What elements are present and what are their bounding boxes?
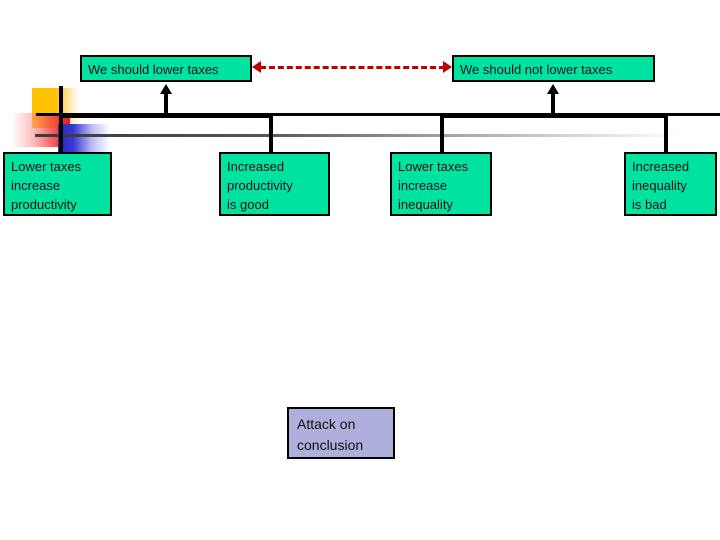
arrowhead-right-conclusion [547,84,559,94]
node-attack-on-conclusion[interactable]: Attack on conclusion [287,407,395,459]
connector-bar-right [440,114,668,118]
conflict-arrowhead-left [252,61,261,73]
node-conclusion-pro[interactable]: We should lower taxes [80,55,252,82]
node-premise-lower-taxes-increase-inequality[interactable]: Lower taxes increase inequality [390,152,492,216]
conflict-arrow-line [260,66,445,69]
connector-drop-premise-2 [269,114,273,154]
connector-stem-right [551,94,555,116]
connector-drop-premise-4 [664,114,668,154]
divider-rule [35,134,685,137]
node-premise-lower-taxes-increase-productivity[interactable]: Lower taxes increase productivity [3,152,112,216]
connector-drop-premise-1 [59,114,63,154]
arrowhead-left-conclusion [160,84,172,94]
node-premise-increased-productivity-is-good[interactable]: Increased productivity is good [219,152,330,216]
conflict-arrowhead-right [443,61,452,73]
node-premise-increased-inequality-is-bad[interactable]: Increased inequality is bad [624,152,717,216]
connector-stem-left [164,94,168,116]
node-conclusion-con[interactable]: We should not lower taxes [452,55,655,82]
connector-drop-premise-3 [440,114,444,154]
slide-canvas: We should lower taxes We should not lowe… [0,0,720,540]
connector-bar-left [59,114,273,118]
